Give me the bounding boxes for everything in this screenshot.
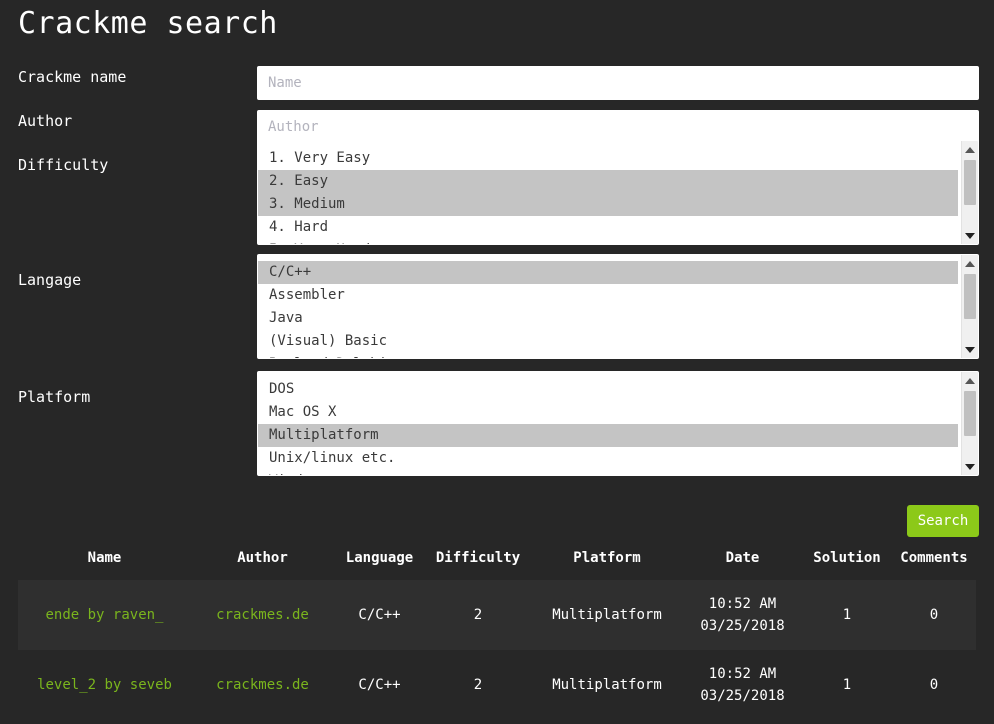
cell-date-time: 10:52 AM bbox=[708, 596, 777, 612]
platform-option[interactable]: Multiplatform bbox=[258, 424, 958, 447]
platform-option[interactable]: Windows bbox=[258, 470, 958, 475]
cell-author: crackmes.de bbox=[191, 650, 334, 720]
control-platform: DOS Mac OS X Multiplatform Unix/linux et… bbox=[257, 371, 979, 476]
langage-options: C/C++ Assembler Java (Visual) Basic Borl… bbox=[258, 261, 958, 358]
cell-date: 10:52 AM 03/25/2018 bbox=[683, 580, 802, 650]
langage-listbox[interactable]: C/C++ Assembler Java (Visual) Basic Borl… bbox=[257, 254, 979, 359]
cell-solution: 1 bbox=[802, 650, 892, 720]
control-author bbox=[257, 110, 979, 144]
results-table: Name Author Language Difficulty Platform… bbox=[18, 550, 976, 720]
crackme-name-link[interactable]: ende by raven_ bbox=[45, 607, 163, 623]
table-row[interactable]: ende by raven_ crackmes.de C/C++ 2 Multi… bbox=[18, 580, 976, 650]
cell-platform: Multiplatform bbox=[531, 580, 683, 650]
control-difficulty: 1. Very Easy 2. Easy 3. Medium 4. Hard 5… bbox=[257, 140, 979, 245]
column-header-name[interactable]: Name bbox=[18, 550, 191, 580]
platform-options: DOS Mac OS X Multiplatform Unix/linux et… bbox=[258, 378, 958, 475]
control-langage: C/C++ Assembler Java (Visual) Basic Borl… bbox=[257, 254, 979, 359]
langage-option[interactable]: (Visual) Basic bbox=[258, 330, 958, 353]
column-header-author[interactable]: Author bbox=[191, 550, 334, 580]
cell-date-day: 03/25/2018 bbox=[700, 688, 785, 704]
difficulty-option[interactable]: 3. Medium bbox=[258, 193, 958, 216]
platform-option[interactable]: DOS bbox=[258, 378, 958, 401]
difficulty-option[interactable]: 2. Easy bbox=[258, 170, 958, 193]
column-header-platform[interactable]: Platform bbox=[531, 550, 683, 580]
search-form: Crackme name Author Difficulty 1. Very E… bbox=[0, 60, 994, 490]
page-title: Crackme search bbox=[18, 6, 278, 41]
table-row[interactable]: level_2 by seveb crackmes.de C/C++ 2 Mul… bbox=[18, 650, 976, 720]
cell-platform: Multiplatform bbox=[531, 650, 683, 720]
column-header-difficulty[interactable]: Difficulty bbox=[425, 550, 531, 580]
cell-name: level_2 by seveb bbox=[18, 650, 191, 720]
form-row-platform: Platform DOS Mac OS X Multiplatform Unix… bbox=[0, 371, 994, 490]
author-input[interactable] bbox=[257, 110, 979, 144]
langage-scrollbar[interactable] bbox=[961, 255, 978, 358]
crackme-search-page: Crackme search Crackme name Author Diffi… bbox=[0, 0, 994, 724]
search-button[interactable]: Search bbox=[907, 505, 979, 537]
cell-author: crackmes.de bbox=[191, 580, 334, 650]
scroll-up-arrow-icon[interactable] bbox=[962, 255, 978, 272]
form-row-crackme-name: Crackme name bbox=[0, 60, 994, 104]
label-crackme-name: Crackme name bbox=[18, 68, 127, 86]
cell-comments: 0 bbox=[892, 580, 976, 650]
crackme-name-input[interactable] bbox=[257, 66, 979, 100]
scroll-down-arrow-icon[interactable] bbox=[962, 227, 978, 244]
cell-comments: 0 bbox=[892, 650, 976, 720]
scroll-down-arrow-icon[interactable] bbox=[962, 341, 978, 358]
scroll-up-arrow-icon[interactable] bbox=[962, 372, 978, 389]
cell-date: 10:52 AM 03/25/2018 bbox=[683, 650, 802, 720]
difficulty-option[interactable]: 4. Hard bbox=[258, 216, 958, 239]
platform-option[interactable]: Mac OS X bbox=[258, 401, 958, 424]
cell-date-day: 03/25/2018 bbox=[700, 618, 785, 634]
scrollbar-thumb[interactable] bbox=[964, 160, 976, 205]
difficulty-scrollbar[interactable] bbox=[961, 141, 978, 244]
column-header-comments[interactable]: Comments bbox=[892, 550, 976, 580]
column-header-solution[interactable]: Solution bbox=[802, 550, 892, 580]
cell-difficulty: 2 bbox=[425, 650, 531, 720]
platform-listbox[interactable]: DOS Mac OS X Multiplatform Unix/linux et… bbox=[257, 371, 979, 476]
column-header-language[interactable]: Language bbox=[334, 550, 425, 580]
scroll-up-arrow-icon[interactable] bbox=[962, 141, 978, 158]
author-link[interactable]: crackmes.de bbox=[216, 677, 309, 693]
cell-solution: 1 bbox=[802, 580, 892, 650]
table-header-row: Name Author Language Difficulty Platform… bbox=[18, 550, 976, 580]
scrollbar-thumb[interactable] bbox=[964, 391, 976, 436]
difficulty-option[interactable]: 1. Very Easy bbox=[258, 147, 958, 170]
label-difficulty: Difficulty bbox=[18, 156, 109, 174]
cell-language: C/C++ bbox=[334, 580, 425, 650]
cell-difficulty: 2 bbox=[425, 580, 531, 650]
langage-option[interactable]: Assembler bbox=[258, 284, 958, 307]
form-row-difficulty: Difficulty 1. Very Easy 2. Easy 3. Mediu… bbox=[0, 140, 994, 263]
crackme-name-link[interactable]: level_2 by seveb bbox=[37, 677, 172, 693]
label-langage: Langage bbox=[18, 271, 82, 289]
label-author: Author bbox=[18, 112, 73, 130]
platform-option[interactable]: Unix/linux etc. bbox=[258, 447, 958, 470]
langage-option[interactable]: Java bbox=[258, 307, 958, 330]
label-platform: Platform bbox=[18, 388, 91, 406]
scrollbar-thumb[interactable] bbox=[964, 274, 976, 319]
scroll-down-arrow-icon[interactable] bbox=[962, 458, 978, 475]
difficulty-option[interactable]: 5. Very Hard bbox=[258, 239, 958, 244]
cell-name: ende by raven_ bbox=[18, 580, 191, 650]
control-crackme-name bbox=[257, 66, 979, 100]
difficulty-listbox[interactable]: 1. Very Easy 2. Easy 3. Medium 4. Hard 5… bbox=[257, 140, 979, 245]
platform-scrollbar[interactable] bbox=[961, 372, 978, 475]
langage-option[interactable]: C/C++ bbox=[258, 261, 958, 284]
column-header-date[interactable]: Date bbox=[683, 550, 802, 580]
form-row-langage: Langage C/C++ Assembler Java (Visual) Ba… bbox=[0, 254, 994, 380]
langage-option[interactable]: Borland Delphi bbox=[258, 353, 958, 358]
author-link[interactable]: crackmes.de bbox=[216, 607, 309, 623]
difficulty-options: 1. Very Easy 2. Easy 3. Medium 4. Hard 5… bbox=[258, 147, 958, 244]
cell-language: C/C++ bbox=[334, 650, 425, 720]
cell-date-time: 10:52 AM bbox=[708, 666, 777, 682]
